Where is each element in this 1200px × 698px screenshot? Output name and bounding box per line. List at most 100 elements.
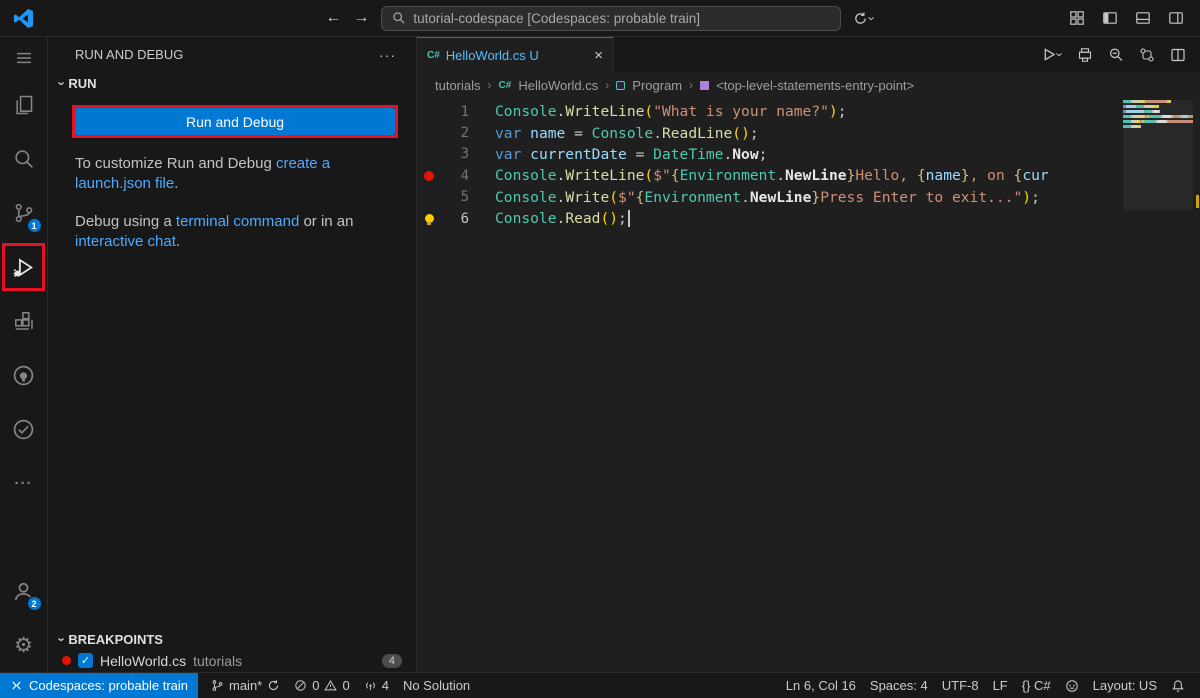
chevron-right-icon: › <box>689 78 693 92</box>
breadcrumb-folder[interactable]: tutorials <box>435 78 481 93</box>
ports-indicator[interactable]: 4 <box>357 673 396 698</box>
breakpoint-folder-label: tutorials <box>193 653 242 669</box>
editor-group: C# HelloWorld.cs U × › <box>417 37 1200 672</box>
notifications-button[interactable] <box>1164 679 1192 693</box>
breadcrumb-symbol[interactable]: <top-level-statements-entry-point> <box>716 78 914 93</box>
tab-helloworld-cs[interactable]: C# HelloWorld.cs U × <box>417 37 614 72</box>
go-back-button[interactable]: ← <box>325 10 341 26</box>
encoding-indicator[interactable]: UTF-8 <box>935 678 986 693</box>
split-editor-icon[interactable] <box>1170 47 1186 63</box>
minimap[interactable] <box>1123 100 1193 210</box>
gutter-glyph-margin[interactable] <box>417 171 441 181</box>
grid-layout-icon[interactable] <box>1069 10 1085 26</box>
ports-icon <box>364 679 377 692</box>
gear-icon: ⚙ <box>14 635 33 656</box>
problems-indicator[interactable]: 0 0 <box>287 673 356 698</box>
breakpoints-section-label: BREAKPOINTS <box>68 632 163 647</box>
sync-status-button[interactable]: › <box>853 11 874 26</box>
branch-label: main* <box>229 678 262 693</box>
sidebar-item-run-and-debug[interactable] <box>0 240 48 294</box>
tab-modified-indicator: U <box>529 48 538 63</box>
toggle-sidebar-icon[interactable] <box>1102 10 1118 26</box>
code-text: Console.WriteLine($"{Environment.NewLine… <box>469 167 1049 184</box>
debug-hint-after: . <box>176 233 180 250</box>
menu-button[interactable] <box>0 37 48 78</box>
breakpoint-checkbox[interactable]: ✓ <box>78 653 93 668</box>
chevron-down-icon: › <box>1053 52 1066 56</box>
solution-indicator[interactable]: No Solution <box>396 673 477 698</box>
annotation-box-run-button: Run and Debug <box>72 105 398 138</box>
hamburger-menu-icon <box>14 48 34 68</box>
sidebar-item-explorer[interactable] <box>0 78 48 132</box>
chevron-right-icon: › <box>605 78 609 92</box>
errors-count: 0 <box>312 678 319 693</box>
code-text: Console.Read(); <box>469 210 630 228</box>
chevron-right-icon: › <box>488 78 492 92</box>
language-mode-indicator[interactable]: {} C# <box>1015 678 1058 693</box>
toggle-panel-icon[interactable] <box>1135 10 1151 26</box>
ellipsis-icon: ··· <box>15 475 33 492</box>
command-center-text: tutorial-codespace [Codespaces: probable… <box>413 11 700 26</box>
breadcrumb-class[interactable]: Program <box>632 78 682 93</box>
gutter-glyph-margin[interactable] <box>417 214 441 223</box>
sidebar-item-testing[interactable] <box>0 402 48 456</box>
breadcrumbs: tutorials › C# HelloWorld.cs › Program ›… <box>417 72 1200 98</box>
run-section-header[interactable]: › RUN <box>48 72 416 93</box>
terminal-command-link[interactable]: terminal command <box>176 213 299 230</box>
command-center-search[interactable]: tutorial-codespace [Codespaces: probable… <box>381 6 841 31</box>
debug-hint-before: Debug using a <box>75 213 176 230</box>
sidebar-header: RUN AND DEBUG ··· <box>48 37 416 72</box>
line-number: 4 <box>441 168 469 184</box>
solution-label: No Solution <box>403 678 470 693</box>
sidebar-item-extensions[interactable] <box>0 294 48 348</box>
tab-label: HelloWorld.cs U <box>446 48 539 63</box>
code-line: 3var currentDate = DateTime.Now; <box>417 144 1200 165</box>
keyboard-layout-label: Layout: US <box>1093 678 1157 693</box>
minimap-slider[interactable] <box>1123 100 1193 210</box>
compare-changes-icon[interactable] <box>1139 47 1155 63</box>
remote-label: Codespaces: probable train <box>29 678 188 693</box>
run-and-debug-button[interactable]: Run and Debug <box>75 108 395 135</box>
sidebar-item-github[interactable] <box>0 348 48 402</box>
breakpoints-panel: › BREAKPOINTS ✓ HelloWorld.cs tutorials … <box>48 628 416 672</box>
interactive-chat-link[interactable]: interactive chat <box>75 233 176 250</box>
eol-indicator[interactable]: LF <box>986 678 1015 693</box>
remote-indicator[interactable]: Codespaces: probable train <box>0 673 198 698</box>
accounts-button[interactable]: 2 <box>0 564 48 618</box>
sidebar-item-search[interactable] <box>0 132 48 186</box>
views-and-more-actions-button[interactable]: ··· <box>379 47 396 63</box>
copilot-indicator[interactable] <box>1058 679 1086 693</box>
search-editor-icon[interactable] <box>1108 47 1124 63</box>
indentation-indicator[interactable]: Spaces: 4 <box>863 678 935 693</box>
breadcrumb-file[interactable]: HelloWorld.cs <box>518 78 598 93</box>
open-changes-icon[interactable] <box>1077 47 1093 63</box>
run-or-debug-button[interactable]: › <box>1040 46 1062 63</box>
vscode-window: ← → tutorial-codespace [Codespaces: prob… <box>0 0 1200 698</box>
breakpoint-dot[interactable] <box>424 171 434 181</box>
breakpoint-list-item[interactable]: ✓ HelloWorld.cs tutorials 4 <box>48 649 416 672</box>
chevron-down-icon: › <box>56 81 69 85</box>
lightbulb-icon[interactable] <box>425 214 434 223</box>
toggle-secondary-sidebar-icon[interactable] <box>1168 10 1184 26</box>
status-bar-right: Ln 6, Col 16 Spaces: 4 UTF-8 LF {} C# La… <box>779 678 1200 693</box>
bell-icon <box>1171 679 1185 693</box>
sidebar-item-source-control[interactable]: 1 <box>0 186 48 240</box>
code-editor[interactable]: 1Console.WriteLine("What is your name?")… <box>417 98 1200 672</box>
go-forward-button[interactable]: → <box>353 10 369 26</box>
layout-controls <box>1069 10 1184 26</box>
line-number: 1 <box>441 104 469 120</box>
breakpoints-section-header[interactable]: › BREAKPOINTS <box>48 628 416 649</box>
eol-label: LF <box>993 678 1008 693</box>
settings-button[interactable]: ⚙ <box>0 618 48 672</box>
cursor-position[interactable]: Ln 6, Col 16 <box>779 678 863 693</box>
more-views-button[interactable]: ··· <box>0 456 48 510</box>
extensions-icon <box>13 310 35 332</box>
explorer-icon <box>13 94 35 116</box>
close-tab-icon[interactable]: × <box>594 47 603 64</box>
method-symbol-icon <box>700 81 709 90</box>
customize-hint-after: . <box>174 175 178 192</box>
run-section-label: RUN <box>68 76 96 91</box>
branch-indicator[interactable]: main* <box>204 673 287 698</box>
breakpoint-file-label: HelloWorld.cs <box>100 653 186 669</box>
keyboard-layout-indicator[interactable]: Layout: US <box>1086 678 1164 693</box>
